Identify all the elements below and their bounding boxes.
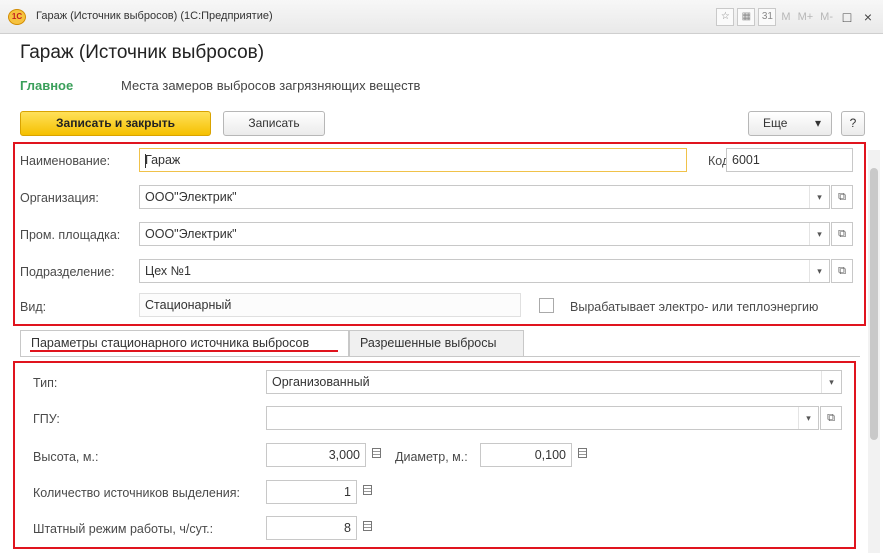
tab-allowed-emissions-label: Разрешенные выбросы	[360, 336, 497, 350]
nav-measurement-places-link[interactable]: Места замеров выбросов загрязняющих веще…	[121, 78, 420, 93]
industrial-site-label: Пром. площадка:	[20, 228, 121, 242]
energy-checkbox-label[interactable]: Вырабатывает электро- или теплоэнергию	[570, 300, 818, 314]
save-and-close-button[interactable]: Записать и закрыть	[20, 111, 211, 136]
kind-field: Стационарный	[139, 293, 521, 317]
window-toolbar: ☆ ▦ 31 M M+ M- □ ×	[716, 7, 877, 27]
code-input[interactable]: 6001	[726, 148, 853, 172]
source-count-label: Количество источников выделения:	[33, 486, 240, 500]
chevron-down-icon: ▾	[814, 116, 821, 130]
department-label: Подразделение:	[20, 265, 115, 279]
window-title-bar: 1C Гараж (Источник выбросов) (1С:Предпри…	[0, 0, 883, 34]
work-mode-label: Штатный режим работы, ч/сут.:	[33, 522, 214, 536]
name-input[interactable]: Гараж	[139, 148, 687, 172]
calculator-icon[interactable]: ▦	[737, 8, 756, 26]
open-icon[interactable]: ⧉	[820, 406, 842, 430]
memory-m-button[interactable]: M	[779, 11, 792, 23]
gpu-label: ГПУ:	[33, 412, 60, 426]
organization-value: ООО"Электрик"	[145, 190, 237, 204]
text-caret	[145, 154, 146, 168]
tab-strip-line	[20, 356, 860, 357]
chevron-down-icon[interactable]: ▾	[798, 407, 818, 429]
calculator-icon[interactable]	[357, 517, 377, 539]
kind-label: Вид:	[20, 300, 47, 314]
memory-plus-button[interactable]: M+	[796, 11, 816, 23]
diameter-input[interactable]: 0,100	[480, 443, 572, 467]
tab-stationary-params[interactable]: Параметры стационарного источника выброс…	[20, 330, 349, 356]
organization-label: Организация:	[20, 191, 99, 205]
height-label: Высота, м.:	[33, 450, 99, 464]
close-icon[interactable]: ×	[859, 9, 877, 25]
calculator-icon[interactable]	[357, 481, 377, 503]
work-mode-input[interactable]: 8	[266, 516, 357, 540]
name-input-value: Гараж	[145, 153, 181, 167]
organization-select[interactable]: ООО"Электрик" ▾	[139, 185, 830, 209]
chevron-down-icon[interactable]: ▾	[821, 371, 841, 393]
gpu-select[interactable]: ▾	[266, 406, 819, 430]
help-button[interactable]: ?	[841, 111, 865, 136]
chevron-down-icon[interactable]: ▾	[809, 186, 829, 208]
more-button[interactable]: Еще ▾	[748, 111, 832, 136]
nav-main-link[interactable]: Главное	[20, 78, 73, 93]
calendar-icon[interactable]: 31	[758, 8, 777, 26]
save-button[interactable]: Записать	[223, 111, 325, 136]
calculator-icon[interactable]	[366, 444, 386, 466]
diameter-label: Диаметр, м.:	[395, 450, 468, 464]
active-tab-underline	[30, 350, 338, 352]
favorite-icon[interactable]: ☆	[716, 8, 735, 26]
industrial-site-value: ООО"Электрик"	[145, 227, 237, 241]
department-value: Цех №1	[145, 264, 192, 278]
form-title: Гараж (Источник выбросов)	[20, 42, 265, 63]
energy-checkbox[interactable]	[539, 298, 554, 313]
name-label: Наименование:	[20, 154, 111, 168]
height-input[interactable]: 3,000	[266, 443, 366, 467]
memory-minus-button[interactable]: M-	[818, 11, 835, 23]
open-icon[interactable]: ⧉	[831, 259, 853, 283]
type-value: Организованный	[272, 375, 370, 389]
tab-stationary-params-label: Параметры стационарного источника выброс…	[31, 336, 310, 350]
open-icon[interactable]: ⧉	[831, 185, 853, 209]
department-select[interactable]: Цех №1 ▾	[139, 259, 830, 283]
restore-icon[interactable]: □	[838, 9, 856, 25]
type-label: Тип:	[33, 376, 58, 390]
tab-allowed-emissions[interactable]: Разрешенные выбросы	[349, 330, 524, 356]
open-icon[interactable]: ⧉	[831, 222, 853, 246]
industrial-site-select[interactable]: ООО"Электрик" ▾	[139, 222, 830, 246]
scrollbar-thumb[interactable]	[870, 168, 878, 440]
app-logo-icon: 1C	[8, 9, 26, 25]
more-button-label: Еще	[763, 116, 788, 130]
calculator-icon[interactable]	[572, 444, 592, 466]
type-select[interactable]: Организованный ▾	[266, 370, 842, 394]
chevron-down-icon[interactable]: ▾	[809, 260, 829, 282]
source-count-input[interactable]: 1	[266, 480, 357, 504]
chevron-down-icon[interactable]: ▾	[809, 223, 829, 245]
window-title: Гараж (Источник выбросов) (1С:Предприяти…	[36, 10, 273, 22]
